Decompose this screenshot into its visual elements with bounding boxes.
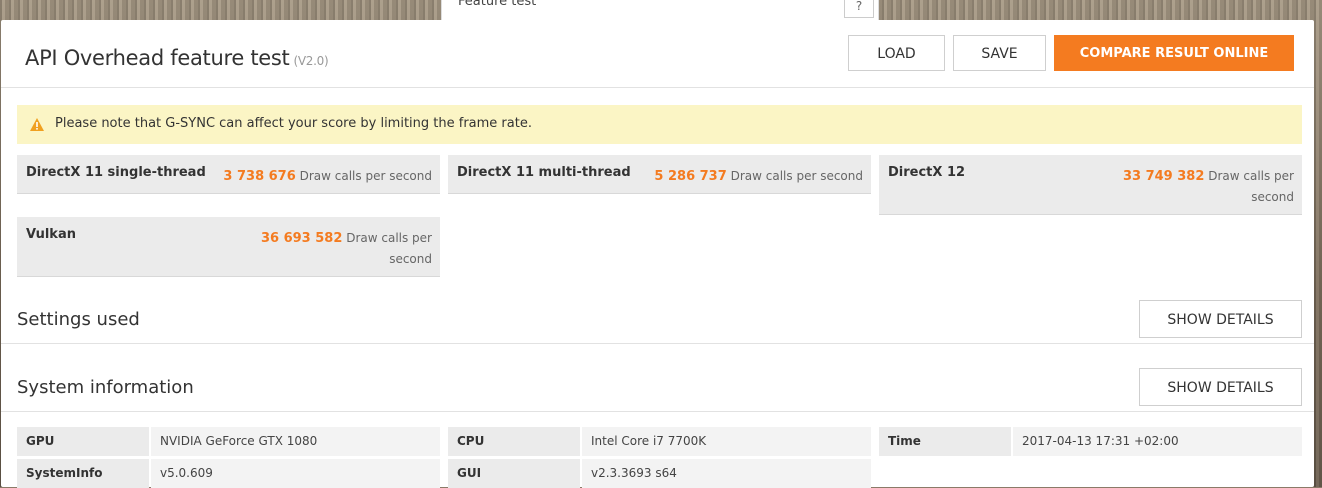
info-value: Intel Core i7 7700K [582,427,871,456]
score-card-dx11-multi: DirectX 11 multi-thread 5 286 737 Draw c… [448,155,871,194]
info-key: GPU [17,427,149,456]
help-button[interactable]: ? [844,0,874,18]
score-unit: Draw calls per second [299,169,432,183]
score-unit: Draw calls per second [346,231,432,266]
score-value-group: 33 749 382 Draw calls per second [1119,166,1294,208]
info-row-time: Time 2017-04-13 17:31 +02:00 [879,427,1302,456]
score-name: DirectX 11 single-thread [26,165,206,180]
settings-used-title: Settings used [17,309,140,330]
score-name: DirectX 12 [888,165,966,180]
result-header: API Overhead feature test (V2.0) LOAD SAV… [1,20,1314,88]
system-info-show-details-button[interactable]: SHOW DETAILS [1139,368,1302,406]
version-label: (V2.0) [293,54,329,68]
score-value-group: 36 693 582 Draw calls per second [257,228,432,270]
score-number: 3 738 676 [223,169,296,184]
info-row-gpu: GPU NVIDIA GeForce GTX 1080 [17,427,440,456]
info-value: NVIDIA GeForce GTX 1080 [151,427,440,456]
score-name: Vulkan [26,227,76,242]
info-key: Time [879,427,1011,456]
score-number: 5 286 737 [654,169,727,184]
gsync-warning-banner: Please note that G-SYNC can affect your … [17,105,1302,144]
score-card-dx11-single: DirectX 11 single-thread 3 738 676 Draw … [17,155,440,194]
result-panel: API Overhead feature test (V2.0) LOAD SAV… [1,20,1314,488]
info-value: v5.0.609 [151,459,440,488]
info-row-cpu: CPU Intel Core i7 7700K [448,427,871,456]
score-card-dx12: DirectX 12 33 749 382 Draw calls per sec… [879,155,1302,215]
info-key: GUI [448,459,580,488]
page-title-text: API Overhead feature test [25,46,290,70]
score-value-group: 5 286 737 Draw calls per second [654,166,863,187]
info-key: CPU [448,427,580,456]
compare-result-online-button[interactable]: COMPARE RESULT ONLINE [1054,35,1294,71]
score-unit: Draw calls per second [1208,169,1294,204]
system-information-title: System information [17,377,194,398]
info-row-systeminfo: SystemInfo v5.0.609 [17,459,440,488]
page-title: API Overhead feature test (V2.0) [25,46,329,70]
score-number: 33 749 382 [1122,169,1205,184]
load-button[interactable]: LOAD [848,35,945,71]
save-button[interactable]: SAVE [953,35,1046,71]
feature-test-label: Feature test [458,0,537,9]
section-divider [1,411,1314,412]
score-card-vulkan: Vulkan 36 693 582 Draw calls per second [17,217,440,277]
score-value-group: 3 738 676 Draw calls per second [223,166,432,187]
info-value: 2017-04-13 17:31 +02:00 [1013,427,1302,456]
info-value: v2.3.3693 s64 [582,459,871,488]
section-divider [1,343,1314,344]
score-number: 36 693 582 [260,231,343,246]
score-name: DirectX 11 multi-thread [457,165,631,180]
info-row-gui: GUI v2.3.3693 s64 [448,459,871,488]
info-key: SystemInfo [17,459,149,488]
settings-show-details-button[interactable]: SHOW DETAILS [1139,300,1302,338]
feature-test-dropdown[interactable]: Feature test ? [441,0,879,20]
warning-triangle-icon [30,118,44,131]
score-unit: Draw calls per second [730,169,863,183]
warning-text: Please note that G-SYNC can affect your … [55,116,532,131]
